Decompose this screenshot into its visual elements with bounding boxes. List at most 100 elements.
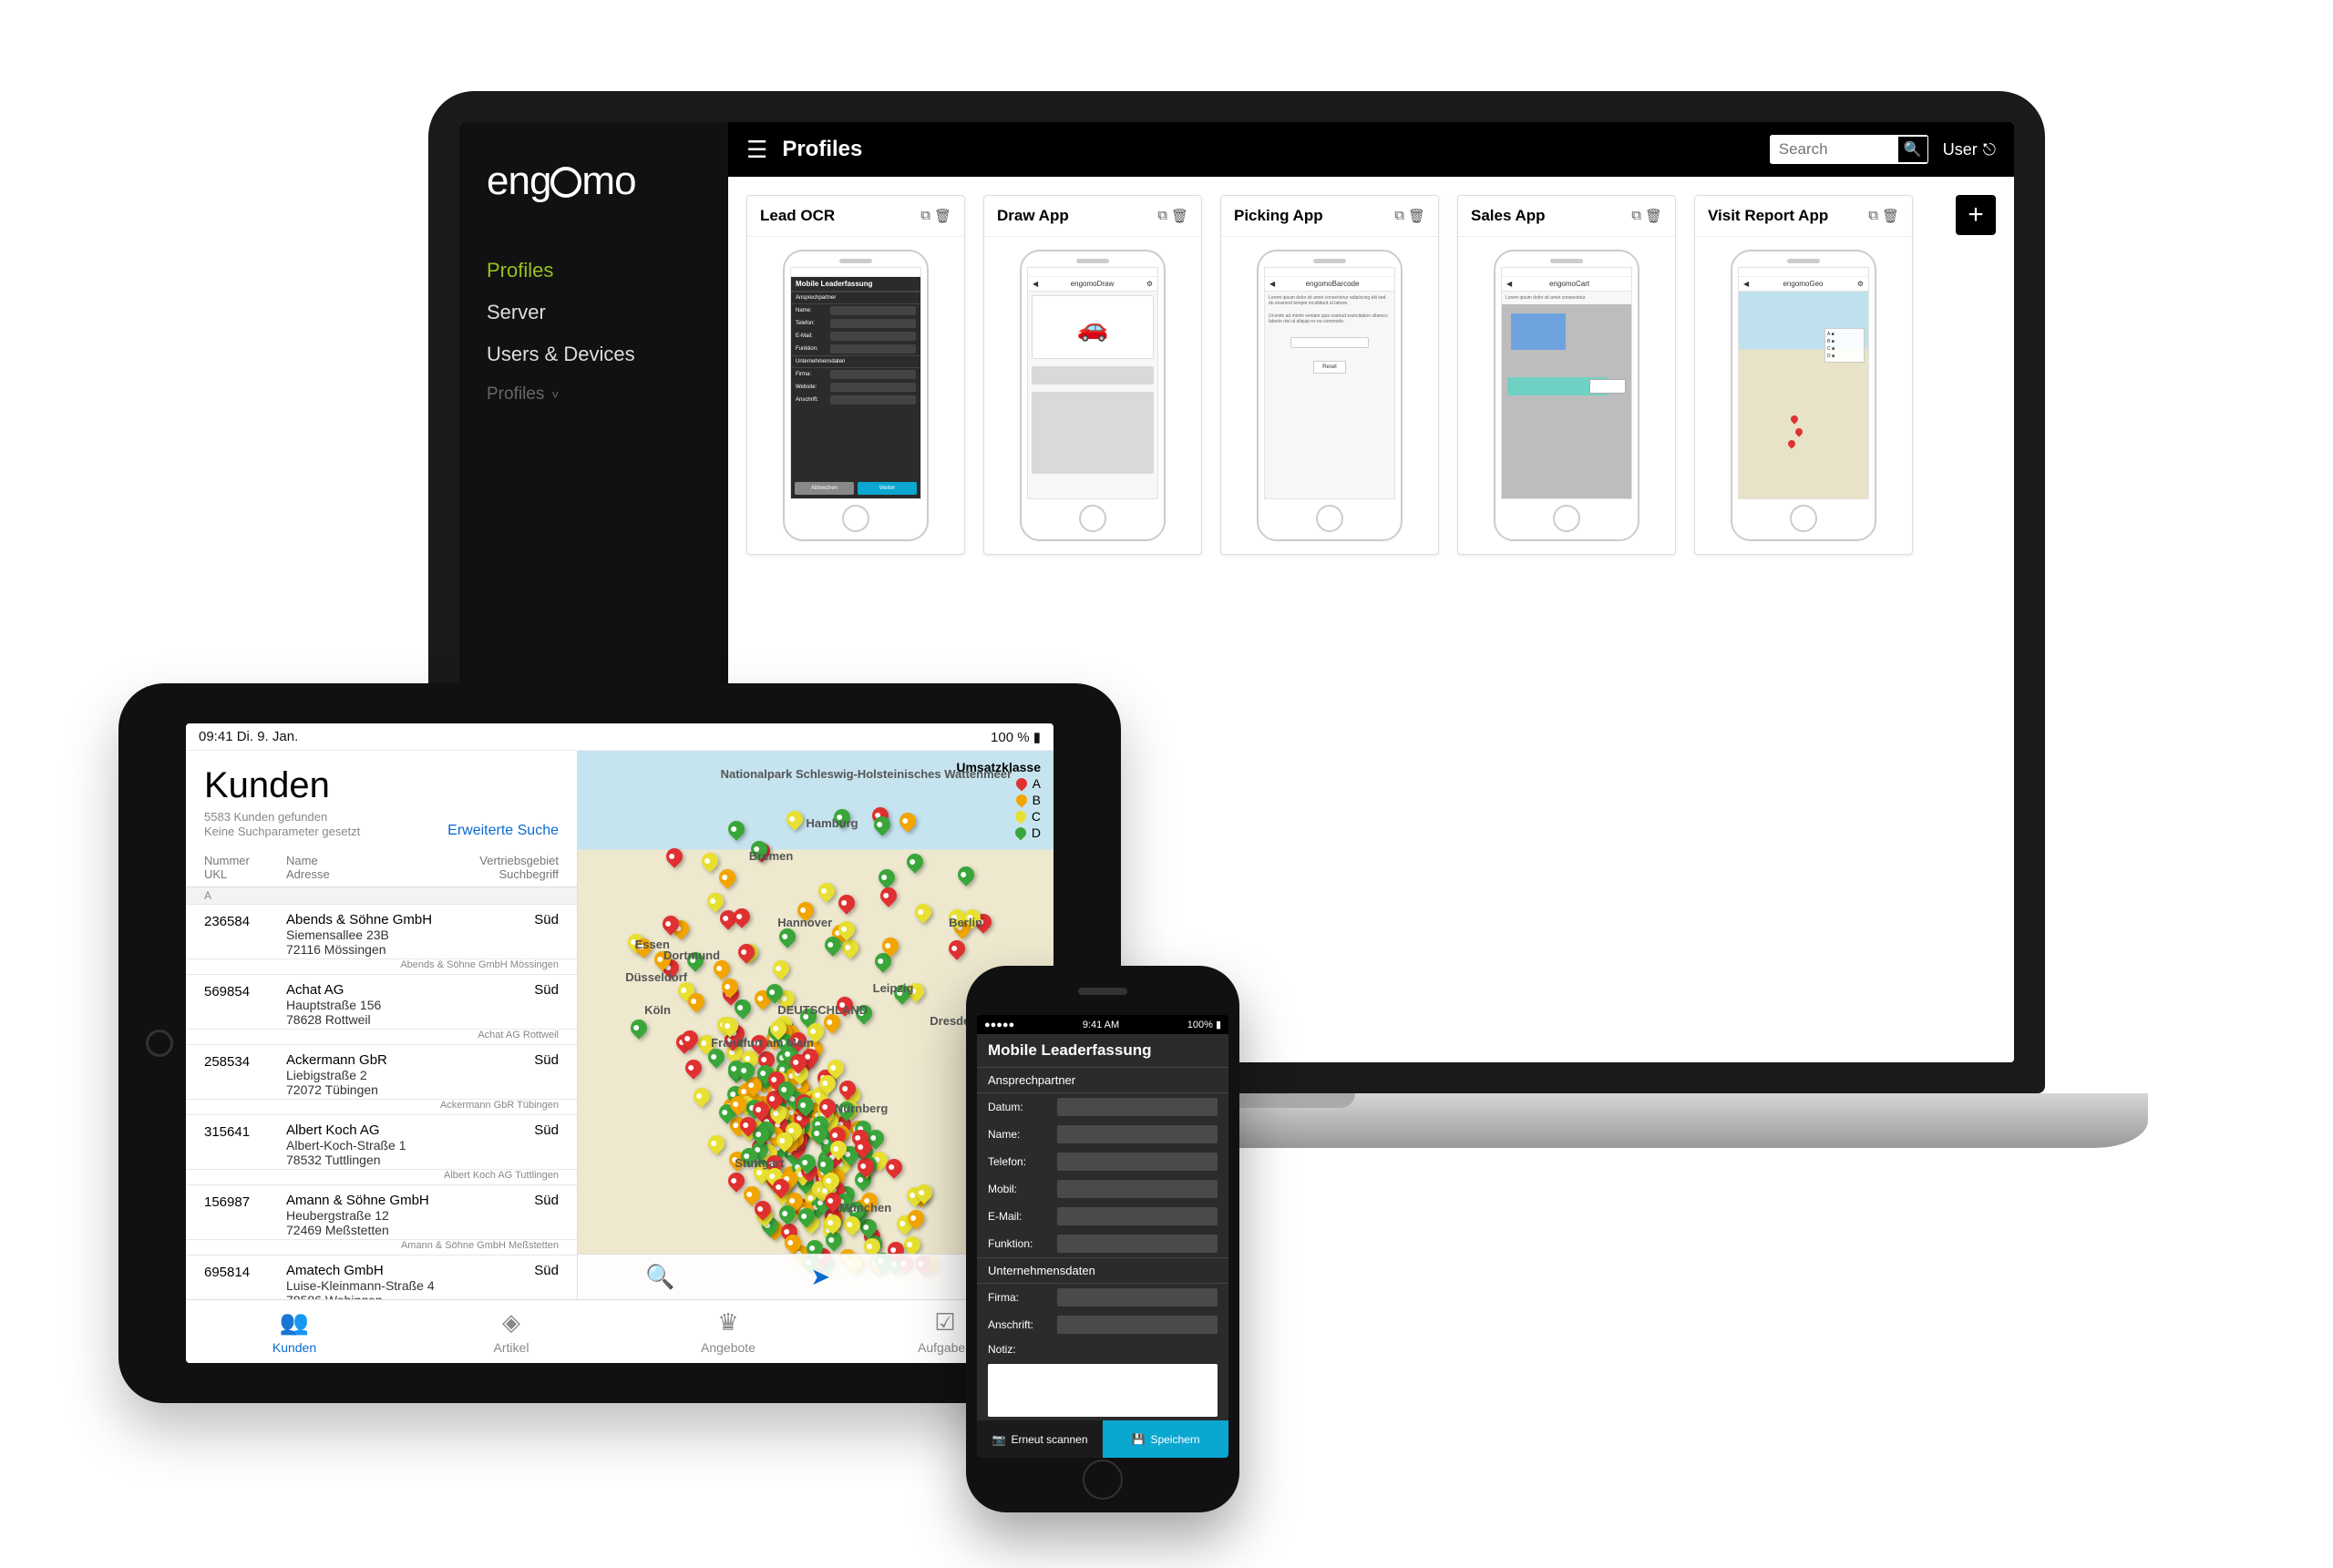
form-row: Datum: xyxy=(977,1093,1228,1121)
tab-artikel[interactable]: ◈Artikel xyxy=(403,1300,620,1363)
profile-card-visit[interactable]: Visit Report App ⧉🗑 ◀engomoGeo⚙ xyxy=(1694,195,1913,555)
diamond-icon: ◈ xyxy=(502,1308,520,1337)
logo: engmo xyxy=(487,159,701,204)
panel-title: Kunden xyxy=(186,751,577,810)
form-row: Firma: xyxy=(977,1284,1228,1311)
section-company: Unternehmensdaten xyxy=(977,1257,1228,1284)
card-title: Draw App xyxy=(997,207,1069,225)
field-label: Anschrift: xyxy=(988,1318,1050,1331)
phone-mockup: ●●●●● 9:41 AM 100% ▮ Mobile Leaderfassun… xyxy=(966,966,1239,1512)
profile-card-lead-ocr[interactable]: Lead OCR ⧉🗑 Mobile Leaderfassung Ansprec… xyxy=(746,195,965,555)
text-input[interactable] xyxy=(1057,1316,1218,1334)
section-contact: Ansprechpartner xyxy=(977,1067,1228,1093)
text-input[interactable] xyxy=(1057,1098,1218,1116)
delete-icon[interactable]: 🗑 xyxy=(1645,208,1662,224)
form-row: Mobil: xyxy=(977,1175,1228,1203)
search-button[interactable]: 🔍 xyxy=(1897,136,1928,163)
phone-footer: 📷Erneut scannen 💾Speichern xyxy=(977,1420,1228,1458)
table-row[interactable]: 258534Ackermann GbRLiebigstraße 272072 T… xyxy=(186,1045,577,1100)
phone-statusbar: ●●●●● 9:41 AM 100% ▮ xyxy=(977,1015,1228,1034)
page-title: Profiles xyxy=(782,137,862,162)
delete-icon[interactable]: 🗑 xyxy=(1171,208,1188,224)
field-label: Firma: xyxy=(988,1291,1050,1304)
check-icon: ☑ xyxy=(934,1308,955,1337)
reset-button: Reset xyxy=(1313,361,1346,374)
copy-icon[interactable]: ⧉ xyxy=(1157,208,1167,224)
search-input[interactable] xyxy=(1770,135,1897,164)
phone-screen: ●●●●● 9:41 AM 100% ▮ Mobile Leaderfassun… xyxy=(977,1015,1228,1458)
nav-profiles[interactable]: Profiles xyxy=(487,250,701,292)
tablet-screen: 09:41 Di. 9. Jan. 100 % ▮ Kunden 5583 Ku… xyxy=(186,723,1053,1363)
table-row[interactable]: 315641Albert Koch AGAlbert-Koch-Straße 1… xyxy=(186,1115,577,1170)
note-textarea[interactable] xyxy=(988,1364,1218,1417)
text-input[interactable] xyxy=(1057,1207,1218,1225)
tablet-tabbar: 👥Kunden ◈Artikel ♛Angebote ☑Aufgaben xyxy=(186,1299,1053,1363)
form-row: Telefon: xyxy=(977,1148,1228,1175)
field-label: Datum: xyxy=(988,1101,1050,1113)
form-row: Name: xyxy=(977,1121,1228,1148)
copy-icon[interactable]: ⧉ xyxy=(1394,208,1404,224)
text-input[interactable] xyxy=(1057,1125,1218,1143)
field-label: E-Mail: xyxy=(988,1210,1050,1223)
text-input[interactable] xyxy=(1057,1235,1218,1253)
user-menu[interactable]: User ⎋ xyxy=(1943,140,1996,159)
tab-kunden[interactable]: 👥Kunden xyxy=(186,1300,403,1363)
tablet-statusbar: 09:41 Di. 9. Jan. 100 % ▮ xyxy=(186,723,1053,751)
mini-phone-draw: ◀engomoDraw⚙ 🚗 xyxy=(1020,250,1166,541)
tab-angebote[interactable]: ♛Angebote xyxy=(620,1300,837,1363)
form-title: Mobile Leaderfassung xyxy=(977,1034,1228,1067)
mini-phone-sales: ◀engomoCart Lorem ipsum dolor sit amet c… xyxy=(1494,250,1639,541)
field-label: Funktion: xyxy=(988,1237,1050,1250)
logout-icon: ⎋ xyxy=(1983,140,1996,159)
text-input[interactable] xyxy=(1057,1180,1218,1198)
chevron-down-icon: ˅ xyxy=(548,387,559,402)
rescan-button[interactable]: 📷Erneut scannen xyxy=(977,1420,1103,1458)
card-title: Visit Report App xyxy=(1708,207,1828,225)
delete-icon[interactable]: 🗑 xyxy=(1408,208,1425,224)
table-row[interactable]: 695814Amatech GmbHLuise-Kleinmann-Straße… xyxy=(186,1255,577,1299)
copy-icon[interactable]: ⧉ xyxy=(1631,208,1641,224)
profile-card-sales[interactable]: Sales App ⧉🗑 ◀engomoCart Lorem ipsum dol… xyxy=(1457,195,1676,555)
map-search-icon[interactable]: 🔍 xyxy=(645,1263,674,1291)
gem-icon: ♛ xyxy=(717,1308,738,1337)
save-icon: 💾 xyxy=(1132,1433,1146,1446)
field-label: Name: xyxy=(988,1128,1050,1141)
nav-users-devices[interactable]: Users & Devices xyxy=(487,333,701,375)
text-input[interactable] xyxy=(1057,1153,1218,1171)
table-row[interactable]: 156987Amann & Söhne GmbHHeubergstraße 12… xyxy=(186,1185,577,1240)
topbar: ☰ Profiles 🔍 User ⎋ xyxy=(728,122,2014,177)
field-label: Telefon: xyxy=(988,1155,1050,1168)
table-row[interactable]: 569854Achat AGHauptstraße 15678628 Rottw… xyxy=(186,975,577,1030)
delete-icon[interactable]: 🗑 xyxy=(934,208,951,224)
mini-phone-picking: ◀engomoBarcode Lorem ipsum dolor sit ame… xyxy=(1257,250,1403,541)
save-button[interactable]: 💾Speichern xyxy=(1103,1420,1228,1458)
nav-profiles-sub[interactable]: Profiles ˅ xyxy=(487,375,701,414)
mini-map: A ■B ■C ■D ■ xyxy=(1739,292,1868,498)
camera-icon: 📷 xyxy=(992,1433,1005,1446)
profile-card-draw[interactable]: Draw App ⧉🗑 ◀engomoDraw⚙ 🚗 xyxy=(983,195,1202,555)
customer-list-panel: Kunden 5583 Kunden gefunden Keine Suchpa… xyxy=(186,751,578,1299)
hamburger-icon[interactable]: ☰ xyxy=(746,136,767,164)
copy-icon[interactable]: ⧉ xyxy=(1868,208,1878,224)
form-row: Anschrift: xyxy=(977,1311,1228,1338)
table-row[interactable]: 236584Abends & Söhne GmbHSiemensallee 23… xyxy=(186,905,577,959)
customer-list[interactable]: A236584Abends & Söhne GmbHSiemensallee 2… xyxy=(186,887,577,1299)
card-title: Sales App xyxy=(1471,207,1546,225)
profile-card-picking[interactable]: Picking App ⧉🗑 ◀engomoBarcode Lorem ipsu… xyxy=(1220,195,1439,555)
card-title: Lead OCR xyxy=(760,207,835,225)
advanced-search-link[interactable]: Erweiterte Suche xyxy=(447,823,559,839)
copy-icon[interactable]: ⧉ xyxy=(920,208,930,224)
form-row: Funktion: xyxy=(977,1230,1228,1257)
add-profile-button[interactable]: + xyxy=(1956,195,1996,235)
nav-server[interactable]: Server xyxy=(487,292,701,333)
delete-icon[interactable]: 🗑 xyxy=(1882,208,1899,224)
people-icon: 👥 xyxy=(280,1308,309,1337)
text-input[interactable] xyxy=(1057,1288,1218,1307)
mini-phone-visit: ◀engomoGeo⚙ A ■B ■C ■D ■ xyxy=(1731,250,1876,541)
map-locate-icon[interactable]: ➤ xyxy=(810,1263,830,1291)
label-notiz: Notiz: xyxy=(988,1343,1050,1356)
list-header: NummerUKL NameAdresse VertriebsgebietSuc… xyxy=(186,848,577,887)
search-box: 🔍 xyxy=(1770,135,1928,164)
mini-phone-lead: Mobile Leaderfassung Ansprechpartner Nam… xyxy=(783,250,929,541)
form-row: E-Mail: xyxy=(977,1203,1228,1230)
